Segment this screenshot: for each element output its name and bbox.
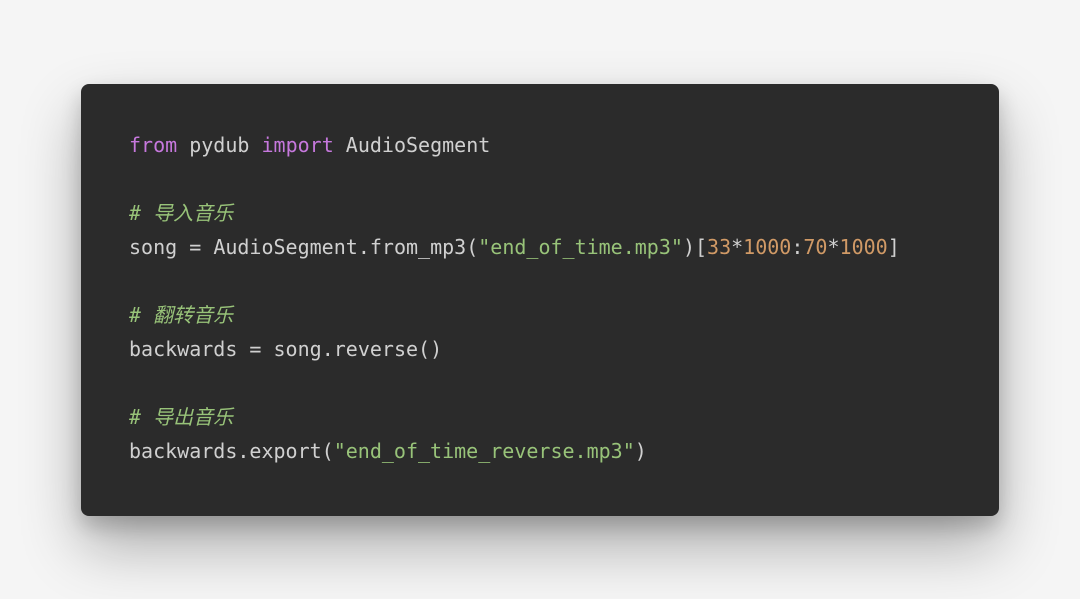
keyword-import: import xyxy=(261,133,333,157)
num-1000a: 1000 xyxy=(743,235,791,259)
code-card: from pydub import AudioSegment # 导入音乐 so… xyxy=(81,84,999,516)
paren-close: ) xyxy=(683,235,695,259)
bracket-close: ] xyxy=(888,235,900,259)
string-filename: "end_of_time.mp3" xyxy=(478,235,683,259)
op-mul2: * xyxy=(827,235,839,259)
var-backwards: backwards xyxy=(129,337,237,361)
dot3: . xyxy=(237,439,249,463)
comment-import-music: # 导入音乐 xyxy=(129,201,233,225)
comment-export-music: # 导出音乐 xyxy=(129,405,233,429)
string-outfile: "end_of_time_reverse.mp3" xyxy=(334,439,635,463)
num-70: 70 xyxy=(803,235,827,259)
fn-reverse: reverse xyxy=(334,337,418,361)
class-ref: AudioSegment xyxy=(213,235,358,259)
slice-colon: : xyxy=(791,235,803,259)
num-1000b: 1000 xyxy=(840,235,888,259)
dot2: . xyxy=(322,337,334,361)
module-name: pydub xyxy=(189,133,249,157)
keyword-from: from xyxy=(129,133,177,157)
paren-open: ( xyxy=(466,235,478,259)
dot: . xyxy=(358,235,370,259)
op-assign2: = xyxy=(249,337,261,361)
fn-export: export xyxy=(249,439,321,463)
obj-song: song xyxy=(274,337,322,361)
num-33: 33 xyxy=(707,235,731,259)
fn-from-mp3: from_mp3 xyxy=(370,235,466,259)
parens: () xyxy=(418,337,442,361)
op-mul: * xyxy=(731,235,743,259)
code-block: from pydub import AudioSegment # 导入音乐 so… xyxy=(129,128,951,468)
paren-close2: ) xyxy=(635,439,647,463)
op-assign: = xyxy=(189,235,201,259)
class-name: AudioSegment xyxy=(346,133,491,157)
paren-open2: ( xyxy=(322,439,334,463)
var-song: song xyxy=(129,235,177,259)
comment-reverse-music: # 翻转音乐 xyxy=(129,303,233,327)
bracket-open: [ xyxy=(695,235,707,259)
obj-backwards: backwards xyxy=(129,439,237,463)
